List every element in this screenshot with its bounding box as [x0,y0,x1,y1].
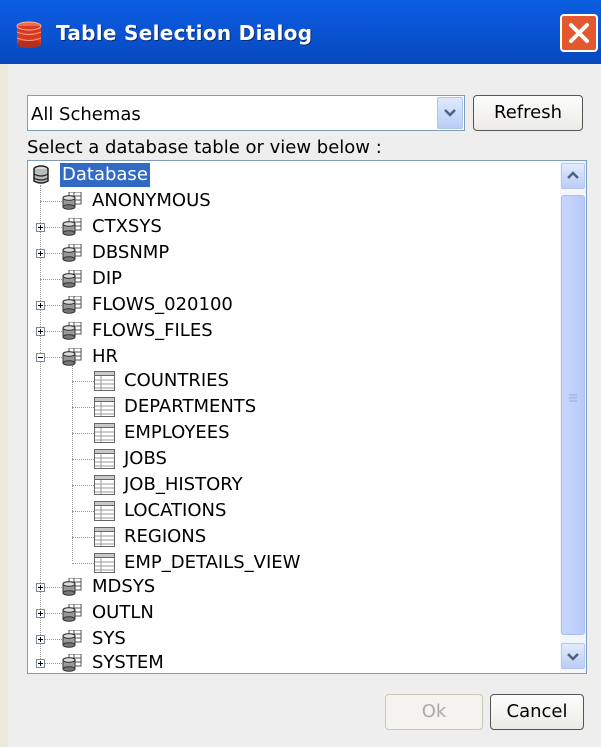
table-label: JOBS [124,448,167,469]
tree-scrollbar[interactable] [560,161,586,673]
tree-connector [72,563,94,564]
tree-schema-row[interactable]: MDSYS [28,575,548,599]
table-label: EMPLOYEES [124,422,230,443]
tree-schema-row[interactable]: OUTLN [28,601,548,625]
tree-schema-row[interactable]: SYSTEM [28,651,548,673]
expand-icon[interactable] [36,659,45,668]
schema-icon [62,604,82,622]
expand-icon[interactable] [36,327,45,336]
tree-schema-row[interactable]: ANONYMOUS [28,189,548,213]
tree-connector [72,433,94,434]
schema-icon [62,244,82,262]
window-title: Table Selection Dialog [56,21,313,45]
table-icon [94,397,115,417]
schema-label: HR [92,346,119,367]
expand-icon[interactable] [36,249,45,258]
schema-icon [62,192,82,210]
schema-icon [62,654,82,672]
database-icon [16,21,42,48]
schema-icon [62,578,82,596]
tree-table-row[interactable]: COUNTRIES [28,369,548,393]
schema-label: SYSTEM [92,652,164,673]
cancel-button[interactable]: Cancel [490,694,584,730]
table-icon [94,527,115,547]
expand-icon[interactable] [36,609,45,618]
tree-table-row[interactable]: EMPLOYEES [28,421,548,445]
schema-label: MDSYS [92,576,156,597]
schema-icon [62,218,82,236]
tree-schema-row[interactable]: DIP [28,267,548,291]
refresh-button[interactable]: Refresh [473,95,583,131]
tree-schema-row[interactable]: CTXSYS [28,215,548,239]
table-icon [94,475,115,495]
scroll-down-button[interactable] [561,643,585,669]
schema-icon [62,270,82,288]
expand-icon[interactable] [36,583,45,592]
schema-icon [62,322,82,340]
schema-icon [62,630,82,648]
tree-prompt-label: Select a database table or view below : [27,137,382,158]
scroll-up-button[interactable] [561,163,585,189]
tree-table-row[interactable]: LOCATIONS [28,499,548,523]
tree-connector [40,279,62,280]
close-button[interactable] [560,14,598,52]
schema-label: FLOWS_020100 [92,294,233,315]
tree-schema-row[interactable]: DBSNMP [28,241,548,265]
schema-dropdown[interactable]: All Schemas [27,95,465,131]
tree-table-row[interactable]: REGIONS [28,525,548,549]
tree-schema-row[interactable]: HR [28,345,548,369]
schema-label: DBSNMP [92,242,170,263]
dropdown-arrow-button[interactable] [437,97,463,129]
tree-schema-row[interactable]: SYS [28,627,548,651]
chevron-down-icon [444,109,456,117]
tree-table-row[interactable]: EMP_DETAILS_VIEW [28,551,548,575]
table-label: DEPARTMENTS [124,396,257,417]
ok-button[interactable]: Ok [385,694,483,730]
table-icon [94,449,115,469]
table-icon [94,371,115,391]
schema-label: FLOWS_FILES [92,320,213,341]
tree-schema-row[interactable]: FLOWS_020100 [28,293,548,317]
table-tree[interactable]: Database ANONYMOUS CTXSYS DBSNMP DIP FLO… [27,160,587,674]
table-label: REGIONS [124,526,207,547]
scroll-thumb[interactable] [561,195,585,635]
schema-label: SYS [92,628,126,649]
schema-icon [62,296,82,314]
tree-table-row[interactable]: JOBS [28,447,548,471]
tree-connector [72,381,94,382]
grip-icon [569,394,577,402]
tree-table-row[interactable]: DEPARTMENTS [28,395,548,419]
title-bar[interactable]: Table Selection Dialog [0,0,601,64]
schema-icon [62,348,82,366]
table-label: COUNTRIES [124,370,229,391]
table-icon [94,501,115,521]
tree-connector [72,511,94,512]
chevron-up-icon [567,171,579,179]
close-icon [569,23,589,43]
expand-icon[interactable] [36,223,45,232]
tree-connector [40,201,62,202]
table-label: JOB_HISTORY [124,474,243,495]
table-label: EMP_DETAILS_VIEW [124,552,301,573]
expand-icon[interactable] [36,635,45,644]
tree-root-label: Database [60,163,150,187]
tree-table-row[interactable]: JOB_HISTORY [28,473,548,497]
table-icon [94,423,115,443]
schema-label: CTXSYS [92,216,162,237]
schema-dropdown-value: All Schemas [31,104,141,125]
expand-icon[interactable] [36,301,45,310]
table-icon [94,553,115,573]
tree-connector [72,459,94,460]
table-label: LOCATIONS [124,500,227,521]
tree-schema-row[interactable]: FLOWS_FILES [28,319,548,343]
tree-connector [72,537,94,538]
schema-label: OUTLN [92,602,154,623]
database-icon [33,165,49,184]
schema-label: DIP [92,268,123,289]
tree-connector [72,407,94,408]
tree-connector [72,485,94,486]
schema-label: ANONYMOUS [92,190,211,211]
chevron-down-icon [567,653,579,661]
collapse-icon[interactable] [36,353,45,362]
